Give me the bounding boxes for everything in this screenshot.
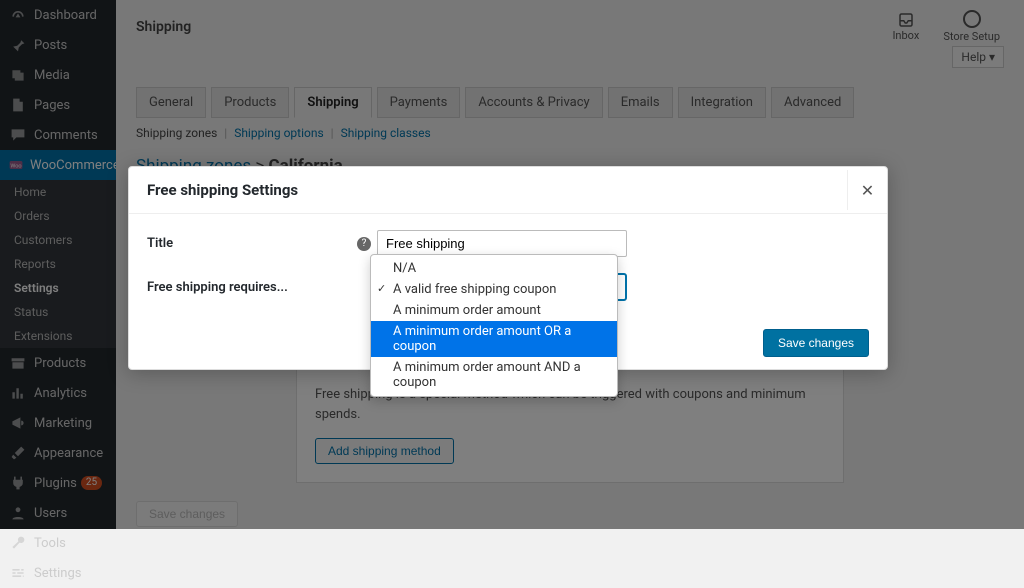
dropdown-option-coupon[interactable]: A valid free shipping coupon xyxy=(371,279,617,300)
dropdown-option-min-or-coupon[interactable]: A minimum order amount OR a coupon xyxy=(371,321,617,357)
modal-save-button[interactable]: Save changes xyxy=(763,329,869,357)
sliders-icon xyxy=(8,565,28,581)
modal-title: Free shipping Settings xyxy=(147,181,298,199)
help-icon[interactable]: ? xyxy=(357,237,371,251)
sidebar-item-label: Tools xyxy=(34,536,66,551)
requires-dropdown: N/A A valid free shipping coupon A minim… xyxy=(370,254,618,397)
modal-close-button[interactable]: ✕ xyxy=(847,170,887,210)
title-input[interactable] xyxy=(377,230,627,257)
wrench-icon xyxy=(8,535,28,551)
title-label: Title xyxy=(147,236,357,251)
sidebar-item-label: Settings xyxy=(34,566,81,581)
dropdown-option-na[interactable]: N/A xyxy=(371,258,617,279)
sidebar-item-settings[interactable]: Settings xyxy=(0,558,116,588)
close-icon: ✕ xyxy=(861,181,874,200)
dropdown-option-min-and-coupon[interactable]: A minimum order amount AND a coupon xyxy=(371,357,617,393)
dropdown-option-min-amount[interactable]: A minimum order amount xyxy=(371,300,617,321)
sidebar-item-tools[interactable]: Tools xyxy=(0,528,116,558)
requires-label: Free shipping requires... xyxy=(147,280,357,295)
